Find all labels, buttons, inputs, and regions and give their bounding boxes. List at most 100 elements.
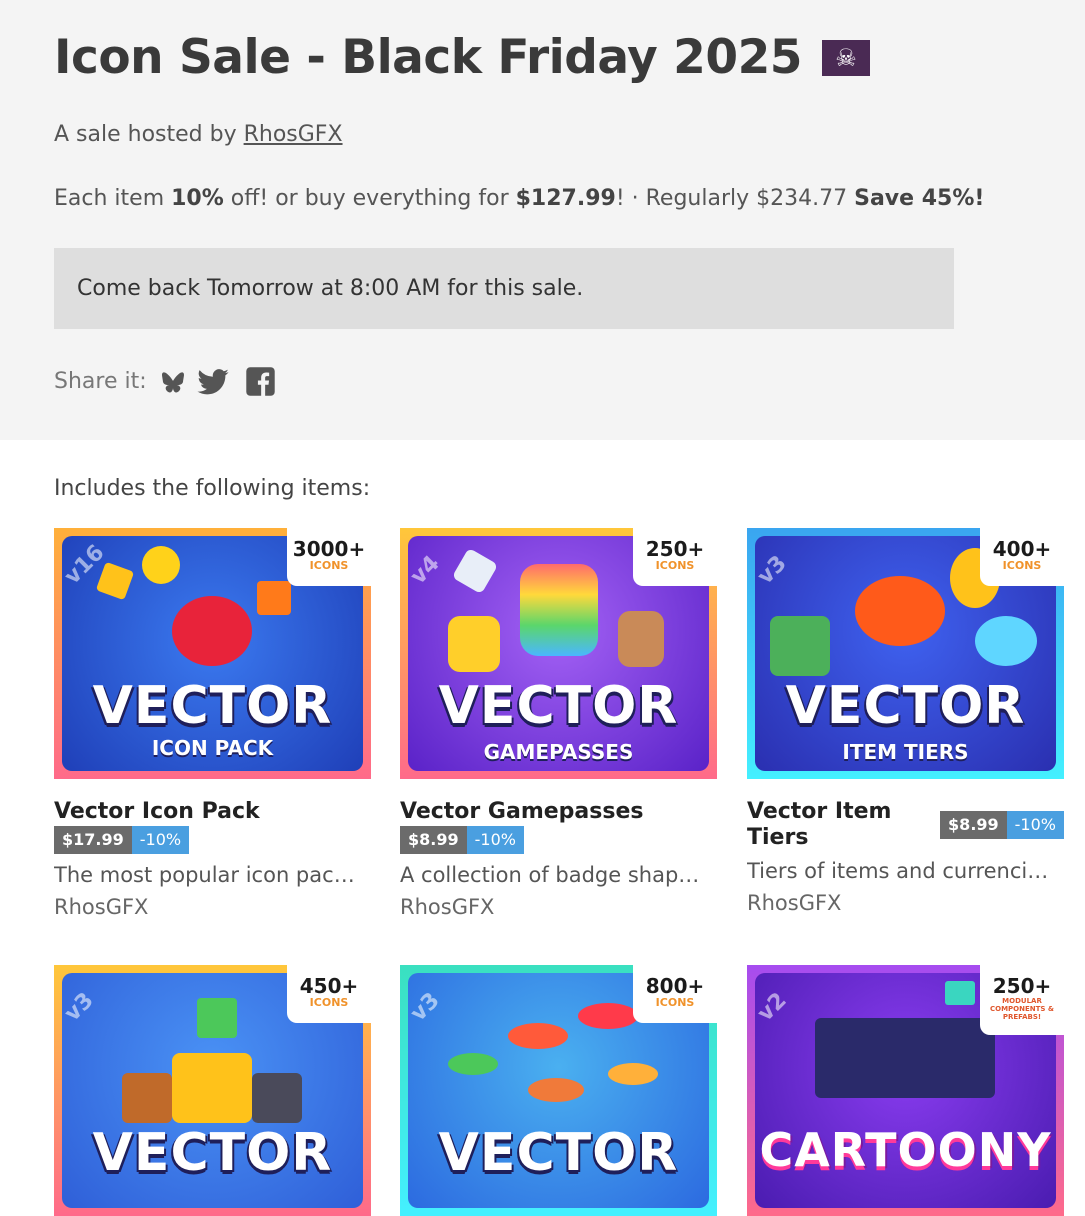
rainbow-badge-art: [520, 564, 598, 656]
wood-chest-art: [122, 1073, 172, 1123]
product-description: The most popular icon pack …: [54, 863, 366, 887]
pricing-text: off! or buy everything for: [223, 186, 516, 211]
title-row: Icon Sale - Black Friday 2025 ☠: [54, 30, 870, 85]
product-author[interactable]: RhosGFX: [54, 895, 371, 919]
badge-count: 3000+: [292, 537, 366, 561]
price-badge: $17.99: [54, 826, 132, 854]
badge-sub: ICONS: [309, 996, 349, 1009]
badge-sub: ICONS: [655, 996, 695, 1009]
cash-chest-art: [770, 616, 830, 676]
ui-window-art: [815, 1018, 995, 1098]
treasure-chest-art: [172, 1053, 252, 1123]
icon-count-badge: 450+ ICONS: [287, 965, 371, 1023]
discount-percent: 10%: [171, 186, 224, 211]
page-title: Icon Sale - Black Friday 2025: [54, 30, 803, 85]
product-thumbnail[interactable]: CARTOONY v2 250+ MODULAR COMPONENTS & PR…: [747, 965, 1064, 1216]
badge-count: 250+: [645, 537, 705, 561]
discount-badge: -10%: [466, 826, 524, 854]
product-thumbnail[interactable]: VECTOR ICON PACK v16 3000+ ICONS: [54, 528, 371, 779]
product-logo: VECTOR: [92, 1123, 333, 1183]
badge-count: 450+: [299, 974, 359, 998]
badge-sub: ICONS: [309, 559, 349, 572]
badge-sub: MODULAR COMPONENTS & PREFABS!: [990, 997, 1054, 1021]
includes-heading: Includes the following items:: [54, 476, 371, 501]
icon-count-badge: 3000+ ICONS: [287, 528, 371, 586]
fish-art: [578, 1003, 638, 1029]
product-logo: VECTOR: [785, 676, 1026, 736]
product-card: VECTOR ITEM TIERS v3 400+ ICONS Vector I…: [747, 528, 1064, 915]
twitter-icon[interactable]: [197, 368, 229, 395]
star-badge-art: [451, 547, 499, 595]
title-price-row: Vector Item Tiers $8.99 -10%: [747, 799, 1064, 851]
price-badge: $8.99: [400, 826, 467, 854]
host-prefix: A sale hosted by: [54, 122, 244, 147]
price-row: $17.99 -10%: [54, 825, 371, 855]
host-line: A sale hosted by RhosGFX: [54, 122, 343, 147]
cone-art: [257, 581, 291, 615]
square-art: [945, 981, 975, 1005]
product-logo: VECTOR: [92, 676, 333, 736]
discount-badge: -10%: [1006, 811, 1064, 839]
facebook-icon[interactable]: [245, 366, 276, 397]
product-author[interactable]: RhosGFX: [400, 895, 717, 919]
icon-count-badge: 800+ ICONS: [633, 965, 717, 1023]
bronze-badge-art: [618, 611, 664, 667]
product-thumbnail[interactable]: VECTOR ITEM TIERS v3 400+ ICONS: [747, 528, 1064, 779]
icon-count-badge: 250+ ICONS: [633, 528, 717, 586]
sale-notice: Come back Tomorrow at 8:00 AM for this s…: [54, 248, 954, 329]
discount-badge: -10%: [131, 826, 190, 854]
product-title[interactable]: Vector Gamepasses: [400, 799, 717, 825]
duck-art: [142, 546, 180, 584]
product-card: VECTOR ICON PACK v16 3000+ ICONS Vector …: [54, 528, 371, 919]
pricing-text: ! · Regularly $234.77: [615, 186, 855, 211]
product-description: Tiers of items and currencie…: [747, 859, 1059, 883]
star-art: [95, 561, 135, 601]
pirate-flag-icon: ☠: [822, 39, 870, 76]
notice-text: Come back Tomorrow at 8:00 AM for this s…: [77, 276, 584, 301]
badge-count: 400+: [992, 537, 1052, 561]
product-card: CARTOONY v2 250+ MODULAR COMPONENTS & PR…: [747, 965, 1064, 1216]
product-card: VECTOR GAMEPASSES v4 250+ ICONS Vector G…: [400, 528, 717, 919]
product-author[interactable]: RhosGFX: [747, 891, 1064, 915]
product-card: VECTOR v3 800+ ICONS: [400, 965, 717, 1216]
price-row: $8.99 -10%: [400, 825, 717, 855]
product-card: VECTOR v3 450+ ICONS: [54, 965, 371, 1216]
heart-art: [172, 596, 252, 666]
icon-count-badge: 250+ MODULAR COMPONENTS & PREFABS!: [980, 965, 1064, 1035]
sale-header: Icon Sale - Black Friday 2025 ☠ A sale h…: [0, 0, 1085, 440]
icon-count-badge: 400+ ICONS: [980, 528, 1064, 586]
fish-art: [528, 1078, 584, 1102]
product-logo: CARTOONY: [759, 1123, 1052, 1177]
iron-chest-art: [252, 1073, 302, 1123]
badge-count: 800+: [645, 974, 705, 998]
badge-sub: ICONS: [655, 559, 695, 572]
product-thumbnail[interactable]: VECTOR GAMEPASSES v4 250+ ICONS: [400, 528, 717, 779]
price-badge: $8.99: [940, 811, 1007, 839]
product-logo-sub: ICON PACK: [151, 736, 274, 760]
savings-text: Save 45%!: [854, 186, 985, 211]
share-bar: Share it:: [54, 366, 276, 397]
product-logo: VECTOR: [438, 676, 679, 736]
product-thumbnail[interactable]: VECTOR v3 450+ ICONS: [54, 965, 371, 1216]
fish-art: [448, 1053, 498, 1075]
product-title[interactable]: Vector Item Tiers: [747, 799, 930, 851]
share-label: Share it:: [54, 369, 147, 394]
bluesky-icon[interactable]: [161, 371, 185, 393]
fish-art: [508, 1023, 568, 1049]
fish-art: [608, 1063, 658, 1085]
gems-art: [975, 616, 1037, 666]
host-link[interactable]: RhosGFX: [244, 122, 343, 147]
shield-badge-art: [448, 616, 500, 672]
pricing-text: Each item: [54, 186, 172, 211]
product-logo-sub: GAMEPASSES: [483, 740, 634, 764]
gift-art: [197, 998, 237, 1038]
product-thumbnail[interactable]: VECTOR v3 800+ ICONS: [400, 965, 717, 1216]
pricing-line: Each item 10% off! or buy everything for…: [54, 186, 984, 211]
badge-sub: ICONS: [1002, 559, 1042, 572]
dragon-art: [855, 576, 945, 646]
badge-count: 250+: [992, 974, 1052, 998]
product-logo-sub: ITEM TIERS: [842, 740, 969, 764]
bundle-price: $127.99: [515, 186, 616, 211]
product-description: A collection of badge shapes…: [400, 863, 712, 887]
product-title[interactable]: Vector Icon Pack: [54, 799, 371, 825]
